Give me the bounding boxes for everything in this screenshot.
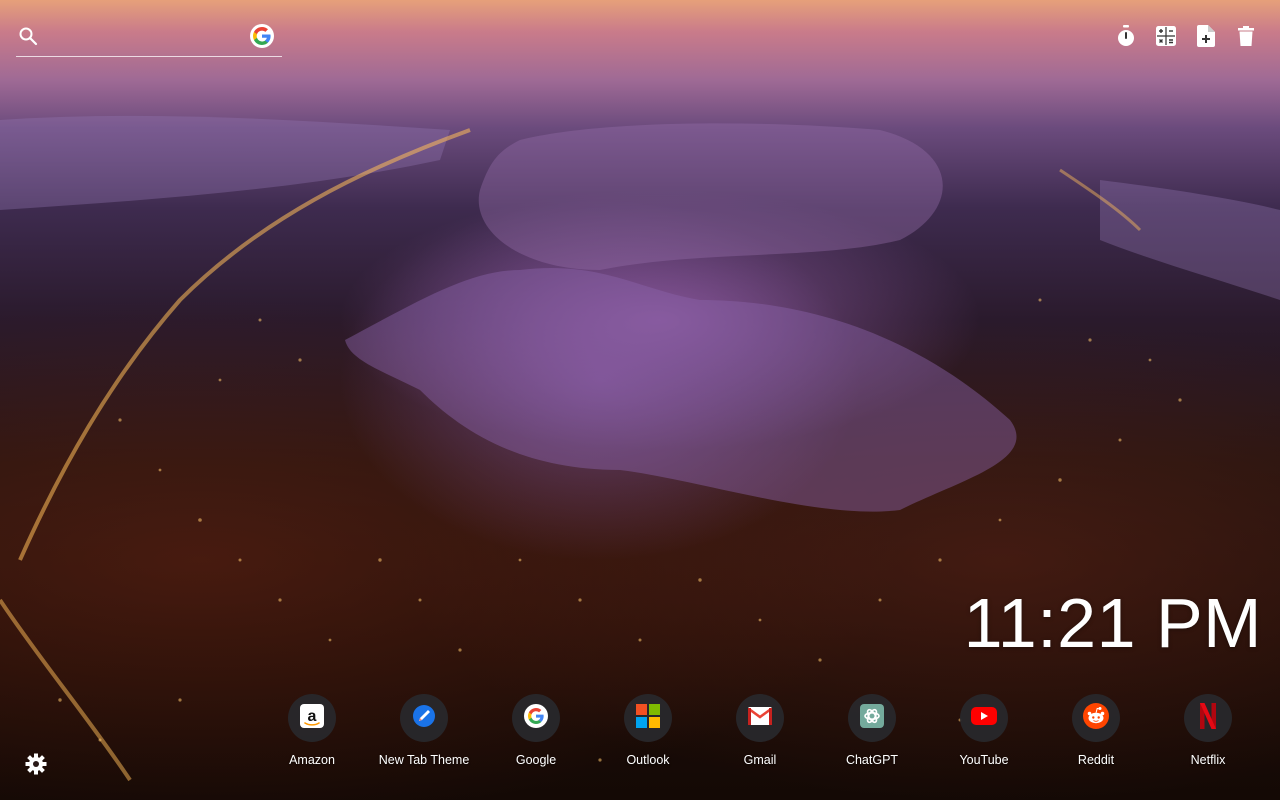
shortcut-label: Netflix bbox=[1190, 753, 1226, 767]
shortcut-label: Amazon bbox=[289, 753, 335, 767]
shortcut-chatgpt[interactable]: ChatGPT bbox=[816, 694, 928, 767]
shortcut-label: Reddit bbox=[1077, 753, 1115, 767]
netflix-icon bbox=[1200, 702, 1216, 734]
gmail-icon bbox=[748, 706, 772, 730]
shortcut-youtube[interactable]: YouTube bbox=[928, 694, 1040, 767]
shortcut-label: New Tab Theme bbox=[378, 753, 470, 767]
shortcut-amazon[interactable]: a Amazon bbox=[256, 694, 368, 767]
youtube-icon bbox=[971, 706, 997, 730]
gear-icon bbox=[24, 753, 48, 780]
calculator-icon[interactable] bbox=[1156, 24, 1176, 48]
shortcut-new-tab-theme[interactable]: New Tab Theme bbox=[368, 694, 480, 767]
search-input[interactable] bbox=[46, 25, 250, 51]
shortcut-label: Google bbox=[515, 753, 557, 767]
google-icon bbox=[524, 703, 548, 733]
clock-time: 11:21 PM bbox=[963, 584, 1262, 662]
note-add-icon[interactable] bbox=[1196, 24, 1216, 48]
shortcut-gmail[interactable]: Gmail bbox=[704, 694, 816, 767]
trash-icon[interactable] bbox=[1236, 24, 1256, 48]
chatgpt-icon bbox=[860, 703, 884, 733]
shortcut-google[interactable]: Google bbox=[480, 694, 592, 767]
shortcut-label: YouTube bbox=[959, 753, 1009, 767]
timer-icon[interactable] bbox=[1116, 24, 1136, 48]
search-bar[interactable] bbox=[16, 22, 282, 57]
shortcut-label: Outlook bbox=[626, 753, 670, 767]
shortcut-outlook[interactable]: Outlook bbox=[592, 694, 704, 767]
shortcut-netflix[interactable]: Netflix bbox=[1152, 694, 1264, 767]
settings-button[interactable] bbox=[24, 752, 48, 776]
shortcut-label: ChatGPT bbox=[845, 753, 899, 767]
amazon-icon: a bbox=[300, 703, 324, 733]
wallpaper-background bbox=[0, 115, 1280, 782]
search-icon bbox=[18, 26, 38, 46]
toolbar bbox=[1116, 24, 1256, 48]
svg-text:a: a bbox=[308, 708, 317, 725]
shortcuts-row: a Amazon New Tab Theme Google Outlook Gm… bbox=[256, 694, 1264, 767]
shortcut-label: Gmail bbox=[743, 753, 777, 767]
outlook-icon bbox=[636, 703, 660, 733]
google-icon[interactable] bbox=[250, 24, 274, 48]
shortcut-reddit[interactable]: Reddit bbox=[1040, 694, 1152, 767]
reddit-icon bbox=[1083, 702, 1109, 734]
new-tab-theme-icon bbox=[412, 704, 436, 733]
